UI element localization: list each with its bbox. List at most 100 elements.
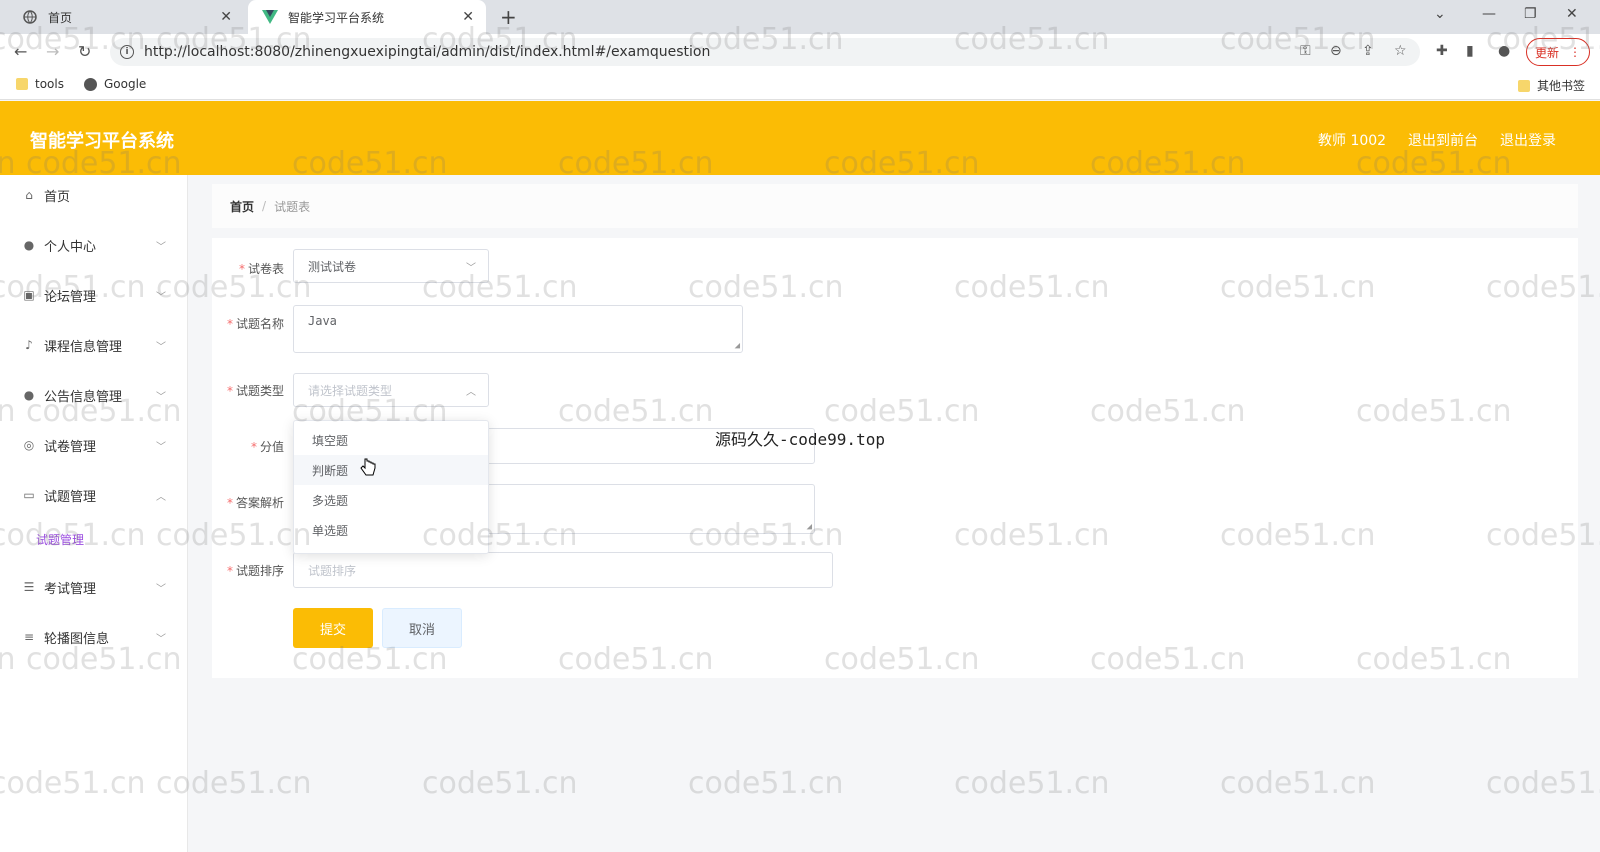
cancel-button[interactable]: 取消 <box>382 608 462 648</box>
sidebar-item-exam[interactable]: ☰ 考试管理 ﹀ <box>0 567 188 607</box>
score-label: * 分值 <box>250 440 284 454</box>
browser-tab-bar: 首页 ✕ 智能学习平台系统 ✕ + ⌄ — ❐ ✕ <box>0 0 1600 34</box>
sliders-icon: ☰ <box>23 580 35 594</box>
tab-search-icon[interactable]: ⌄ <box>1434 6 1446 22</box>
globe-icon <box>22 9 38 25</box>
sidebar-item-personal[interactable]: ● 个人中心 ﹀ <box>0 225 188 265</box>
update-button[interactable]: 更新 ⋮ <box>1526 38 1590 66</box>
sidebar-item-home[interactable]: ⌂ 首页 <box>0 175 188 215</box>
star-icon[interactable]: ☆ <box>1394 43 1407 59</box>
bookmark-label: 其他书签 <box>1537 79 1586 93</box>
share-icon[interactable]: ⇪ <box>1362 43 1374 59</box>
app-title: 智能学习平台系统 <box>30 131 174 152</box>
type-dropdown: 填空题 判断题 多选题 单选题 <box>293 420 489 554</box>
type-select-placeholder: 请选择试题类型 <box>308 383 393 398</box>
minimize-icon[interactable]: — <box>1482 6 1496 22</box>
bookmarks-bar: tools Google 其他书签 <box>0 70 1600 100</box>
chevron-down-icon: ﹀ <box>156 391 166 403</box>
other-bookmarks[interactable]: 其他书签 <box>1518 77 1585 94</box>
type-select[interactable]: 请选择试题类型 ︿ <box>293 373 489 407</box>
browser-tab-active[interactable]: 智能学习平台系统 ✕ <box>248 0 486 34</box>
sidebar-item-notice[interactable]: ● 公告信息管理 ﹀ <box>0 375 188 415</box>
browser-tab-title: 智能学习平台系统 <box>288 10 385 25</box>
chevron-down-icon: ﹀ <box>156 583 166 595</box>
sidebar-item-question[interactable]: ▭ 试题管理 ︿ <box>0 475 188 515</box>
question-name-textarea[interactable]: Java ◢ <box>293 305 743 353</box>
type-option[interactable]: 判断题 <box>294 455 488 485</box>
exit-to-front-link[interactable]: 退出到前台 <box>1408 130 1478 150</box>
order-placeholder: 试题排序 <box>308 563 357 578</box>
sidebar-item-label: 论坛管理 <box>44 289 97 305</box>
breadcrumb-current: 试题表 <box>274 199 311 214</box>
sidepanel-icon[interactable]: ▮ <box>1466 43 1474 59</box>
bookmark-google[interactable]: Google <box>84 77 146 91</box>
forward-icon[interactable]: → <box>46 42 59 61</box>
zoom-icon[interactable]: ⊖ <box>1330 43 1342 59</box>
app-header: 智能学习平台系统 教师 1002 退出到前台 退出登录 <box>0 101 1600 175</box>
browser-tab-home[interactable]: 首页 ✕ <box>8 0 244 34</box>
folder-icon <box>1518 79 1530 92</box>
back-icon[interactable]: ← <box>14 42 27 61</box>
paper-select[interactable]: 测试试卷 ﹀ <box>293 249 489 283</box>
sidebar-item-forum[interactable]: ▣ 论坛管理 ﹀ <box>0 275 188 315</box>
vue-logo-icon <box>262 9 278 25</box>
key-icon[interactable]: ⚿ <box>1300 43 1311 59</box>
sidebar-item-label: 试卷管理 <box>44 439 97 455</box>
sidebar-item-label: 试题管理 <box>44 489 97 505</box>
user-icon: ● <box>23 238 35 252</box>
paper-label: * 试卷表 <box>238 262 284 276</box>
resize-handle-icon[interactable]: ◢ <box>735 341 740 351</box>
analysis-label: * 答案解析 <box>226 496 284 510</box>
chevron-down-icon: ﹀ <box>156 441 166 453</box>
chevron-down-icon: ﹀ <box>156 241 166 253</box>
browser-tab-title: 首页 <box>48 10 73 25</box>
chevron-up-icon: ︿ <box>466 386 476 398</box>
new-tab-button[interactable]: + <box>500 5 517 29</box>
restore-icon[interactable]: ❐ <box>1524 6 1537 22</box>
bookmark-tools[interactable]: tools <box>16 77 64 91</box>
menu-dots-icon: ⋮ <box>1569 45 1581 59</box>
chevron-down-icon: ﹀ <box>156 341 166 353</box>
type-option[interactable]: 多选题 <box>294 485 488 515</box>
submit-button[interactable]: 提交 <box>293 608 373 648</box>
close-tab-icon[interactable]: ✕ <box>220 9 232 25</box>
reload-icon[interactable]: ↻ <box>78 42 91 61</box>
sidebar-item-label: 个人中心 <box>44 239 97 255</box>
overlay-watermark-text: 源码久久-code99.top <box>715 430 885 449</box>
order-input[interactable]: 试题排序 <box>293 552 833 588</box>
close-tab-icon[interactable]: ✕ <box>462 9 474 25</box>
chevron-down-icon: ﹀ <box>156 291 166 303</box>
type-option[interactable]: 单选题 <box>294 515 488 545</box>
user-icon: ● <box>23 388 35 402</box>
forum-icon: ▣ <box>23 288 35 302</box>
watermark-text: code51.cn <box>422 766 578 801</box>
site-info-icon[interactable]: i <box>120 45 134 59</box>
sidebar: ⌂ 首页 ● 个人中心 ﹀ ▣ 论坛管理 ﹀ ♪ 课程信息管理 ﹀ ● 公告信息… <box>0 175 188 852</box>
type-option[interactable]: 填空题 <box>294 425 488 455</box>
sidebar-item-carousel[interactable]: ≡ 轮播图信息 ﹀ <box>0 617 188 657</box>
breadcrumb-home[interactable]: 首页 <box>230 198 254 215</box>
mic-icon: ♪ <box>25 338 33 352</box>
close-window-icon[interactable]: ✕ <box>1566 6 1578 22</box>
sidebar-item-paper[interactable]: ◎ 试卷管理 ﹀ <box>0 425 188 465</box>
breadcrumb-separator: / <box>262 199 267 213</box>
globe-icon <box>84 77 97 91</box>
folder-icon <box>16 78 28 90</box>
profile-icon[interactable]: ● <box>1498 43 1510 59</box>
target-icon: ◎ <box>23 438 35 452</box>
watermark-text: code51.cn <box>1486 766 1600 801</box>
bookmark-label: Google <box>104 77 147 91</box>
sidebar-item-course[interactable]: ♪ 课程信息管理 ﹀ <box>0 325 188 365</box>
resize-handle-icon[interactable]: ◢ <box>807 522 812 532</box>
submenu-item-question[interactable]: 试题管理 <box>0 523 188 555</box>
chevron-down-icon: ﹀ <box>466 262 476 274</box>
hand-cursor-icon <box>360 458 376 478</box>
url-field[interactable]: i http://localhost:8080/zhinengxuexiping… <box>110 38 1420 66</box>
type-label: * 试题类型 <box>226 384 284 398</box>
sidebar-item-label: 首页 <box>44 189 71 205</box>
paper-select-value: 测试试卷 <box>308 259 357 274</box>
extensions-icon[interactable]: ✚ <box>1436 43 1448 59</box>
address-bar-row: ← → ↻ i http://localhost:8080/zhinengxue… <box>0 34 1600 70</box>
sidebar-item-label: 考试管理 <box>44 581 97 597</box>
logout-link[interactable]: 退出登录 <box>1500 130 1556 150</box>
